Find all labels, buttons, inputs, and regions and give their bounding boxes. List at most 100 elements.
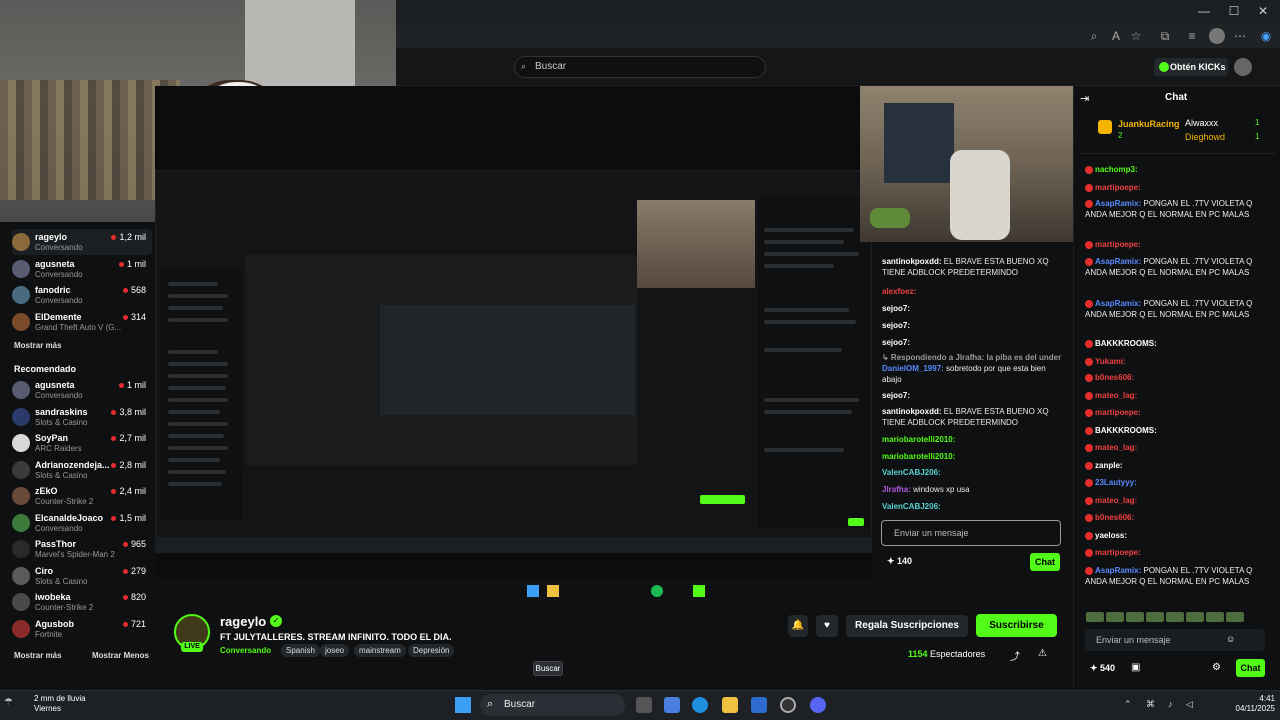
tag-depresion[interactable]: Depresión bbox=[408, 644, 455, 657]
chat-username[interactable]: BAKKKROOMS: bbox=[1095, 426, 1157, 435]
chat-message[interactable]: b0nes606: bbox=[1085, 512, 1275, 523]
chat-settings-icon[interactable]: ⚙ bbox=[1212, 662, 1221, 673]
chat-message[interactable]: AsapRamix: PONGAN EL .7TV VIOLETA Q ANDA… bbox=[1085, 256, 1275, 278]
minimize-button[interactable]: — bbox=[1195, 4, 1213, 18]
sidebar-channel[interactable]: SoyPan ARC Raiders 2,7 mil bbox=[12, 430, 152, 456]
emote-icon[interactable] bbox=[1226, 611, 1244, 622]
chat-username[interactable]: martipoepe: bbox=[1095, 240, 1141, 249]
chat-username[interactable]: mateo_lag: bbox=[1095, 391, 1137, 400]
chat-username[interactable]: yaeloss: bbox=[1095, 531, 1127, 540]
show-more-bottom-link[interactable]: Mostrar más bbox=[14, 651, 62, 660]
discord-icon[interactable] bbox=[810, 697, 826, 713]
maximize-button[interactable]: ☐ bbox=[1225, 4, 1243, 18]
steam-icon[interactable] bbox=[780, 697, 796, 713]
follow-heart-icon[interactable]: ♥ bbox=[816, 615, 838, 637]
tag-spanish[interactable]: Spanish bbox=[281, 644, 320, 657]
sidebar-channel[interactable]: Ciro Slots & Casino 279 bbox=[12, 563, 152, 589]
weather-widget[interactable]: 2 mm de lluvia Viernes bbox=[34, 694, 86, 714]
notification-bell-icon[interactable]: 🔔 bbox=[788, 615, 808, 637]
emote-bar[interactable] bbox=[1085, 608, 1275, 622]
show-less-link[interactable]: Mostrar Menos bbox=[92, 651, 149, 660]
file-explorer-icon[interactable] bbox=[722, 697, 738, 713]
chat-message[interactable]: martipoepe: bbox=[1085, 239, 1275, 250]
clock[interactable]: 4:41 04/11/2025 bbox=[1215, 694, 1275, 714]
chat-message[interactable]: b0nes606: bbox=[1085, 372, 1275, 383]
chat-message[interactable]: mateo_lag: bbox=[1085, 495, 1275, 506]
chat-username[interactable]: b0nes606: bbox=[1095, 513, 1134, 522]
chat-username[interactable]: nachomp3: bbox=[1095, 165, 1138, 174]
close-window-button[interactable]: ✕ bbox=[1254, 4, 1272, 18]
chat-username[interactable]: BAKKKROOMS: bbox=[1095, 339, 1157, 348]
chat-username[interactable]: AsapRamix: bbox=[1095, 257, 1141, 266]
chat-message[interactable]: martipoepe: bbox=[1085, 407, 1275, 418]
chat-username[interactable]: martipoepe: bbox=[1095, 548, 1141, 557]
chat-message[interactable]: martipoepe: bbox=[1085, 182, 1275, 193]
copilot-app-icon[interactable] bbox=[664, 697, 680, 713]
volume-icon[interactable]: ◁ bbox=[1186, 699, 1193, 710]
extensions-icon[interactable]: ⧉ bbox=[1157, 28, 1173, 44]
stream-category[interactable]: Conversando bbox=[220, 646, 271, 655]
emote-icon[interactable] bbox=[1146, 611, 1164, 622]
chat-username[interactable]: AsapRamix: bbox=[1095, 566, 1141, 575]
tag-mainstream[interactable]: mainstream bbox=[354, 644, 406, 657]
sidebar-channel[interactable]: sandraskins Slots & Casino 3,8 mil bbox=[12, 404, 152, 430]
chat-message[interactable]: AsapRamix: PONGAN EL .7TV VIOLETA Q ANDA… bbox=[1085, 198, 1275, 220]
gift-subs-button[interactable]: Regala Suscripciones bbox=[846, 615, 968, 637]
chat-username[interactable]: AsapRamix: bbox=[1095, 199, 1141, 208]
chat-send-button[interactable]: Chat bbox=[1236, 659, 1265, 677]
store-icon[interactable] bbox=[751, 697, 767, 713]
show-more-link[interactable]: Mostrar más bbox=[14, 341, 62, 350]
chat-username[interactable]: mateo_lag: bbox=[1095, 443, 1137, 452]
emote-icon[interactable] bbox=[1126, 611, 1144, 622]
channel-name[interactable]: rageylo bbox=[220, 614, 266, 629]
microphone-icon[interactable]: ♪ bbox=[1168, 699, 1173, 709]
chat-message[interactable]: 23Lautyyy: bbox=[1085, 477, 1275, 488]
chat-username[interactable]: Yukami: bbox=[1095, 357, 1126, 366]
chat-message[interactable]: BAKKKROOMS: bbox=[1085, 338, 1275, 349]
chat-message[interactable]: mateo_lag: bbox=[1085, 442, 1275, 453]
chat-message[interactable]: yaeloss: bbox=[1085, 530, 1275, 541]
search-input[interactable]: Buscar bbox=[514, 56, 766, 78]
favorites-bar-icon[interactable]: ≡ bbox=[1184, 28, 1200, 44]
sidebar-channel[interactable]: fanodric Conversando 568 bbox=[12, 282, 152, 308]
chat-username[interactable]: AsapRamix: bbox=[1095, 299, 1141, 308]
read-aloud-icon[interactable]: A bbox=[1108, 28, 1124, 44]
taskbar-search[interactable]: Buscar bbox=[480, 694, 625, 716]
chat-message[interactable]: AsapRamix: PONGAN EL .7TV VIOLETA Q ANDA… bbox=[1085, 565, 1275, 587]
sidebar-channel[interactable]: PassThor Marvel's Spider-Man 2 965 bbox=[12, 536, 152, 562]
sidebar-channel[interactable]: zEkO Counter-Strike 2 2,4 mil bbox=[12, 483, 152, 509]
report-icon[interactable]: ⚠ bbox=[1038, 648, 1047, 659]
chat-message[interactable]: AsapRamix: PONGAN EL .7TV VIOLETA Q ANDA… bbox=[1085, 298, 1275, 320]
gift-icon[interactable]: ▣ bbox=[1131, 662, 1140, 673]
emote-icon[interactable] bbox=[1186, 611, 1204, 622]
copilot-icon[interactable]: ◉ bbox=[1258, 28, 1274, 44]
chat-message[interactable]: nachomp3: bbox=[1085, 164, 1275, 175]
emote-icon[interactable] bbox=[1086, 611, 1104, 622]
emote-icon[interactable] bbox=[1106, 611, 1124, 622]
chat-username[interactable]: zanple: bbox=[1095, 461, 1123, 470]
chat-message[interactable]: Yukami: bbox=[1085, 356, 1275, 367]
chat-message[interactable]: mateo_lag: bbox=[1085, 390, 1275, 401]
share-icon[interactable]: ⤴ bbox=[1010, 648, 1020, 663]
sidebar-channel[interactable]: agusneta Conversando 1 mil bbox=[12, 377, 152, 403]
emote-picker-icon[interactable]: ☺ bbox=[1226, 634, 1235, 644]
chat-username[interactable]: 23Lautyyy: bbox=[1095, 478, 1137, 487]
user-avatar[interactable] bbox=[1234, 58, 1252, 76]
sidebar-channel[interactable]: Adrianozendeja... Slots & Casino 2,8 mil bbox=[12, 457, 152, 483]
chat-message[interactable]: martipoepe: bbox=[1085, 547, 1275, 558]
emote-icon[interactable] bbox=[1166, 611, 1184, 622]
chat-input[interactable]: Enviar un mensaje bbox=[1085, 629, 1265, 651]
task-view-icon[interactable] bbox=[636, 697, 652, 713]
collapse-chat-icon[interactable]: ⇥ bbox=[1080, 92, 1089, 105]
chat-message[interactable]: BAKKKROOMS: bbox=[1085, 425, 1275, 436]
sidebar-channel[interactable]: ElcanaldeJoaco Conversando 1,5 mil bbox=[12, 510, 152, 536]
sidebar-channel[interactable]: Agusbob Fortnite 721 bbox=[12, 616, 152, 642]
more-icon[interactable]: ⋯ bbox=[1232, 28, 1248, 44]
network-icon[interactable]: ⌘ bbox=[1146, 699, 1155, 710]
subscribe-button[interactable]: Suscribirse bbox=[976, 614, 1057, 637]
chat-username[interactable]: martipoepe: bbox=[1095, 183, 1141, 192]
favorite-icon[interactable]: ☆ bbox=[1128, 28, 1144, 44]
sidebar-channel[interactable]: agusneta Conversando 1 mil bbox=[12, 256, 152, 282]
chat-username[interactable]: martipoepe: bbox=[1095, 408, 1141, 417]
edge-icon[interactable] bbox=[692, 697, 708, 713]
